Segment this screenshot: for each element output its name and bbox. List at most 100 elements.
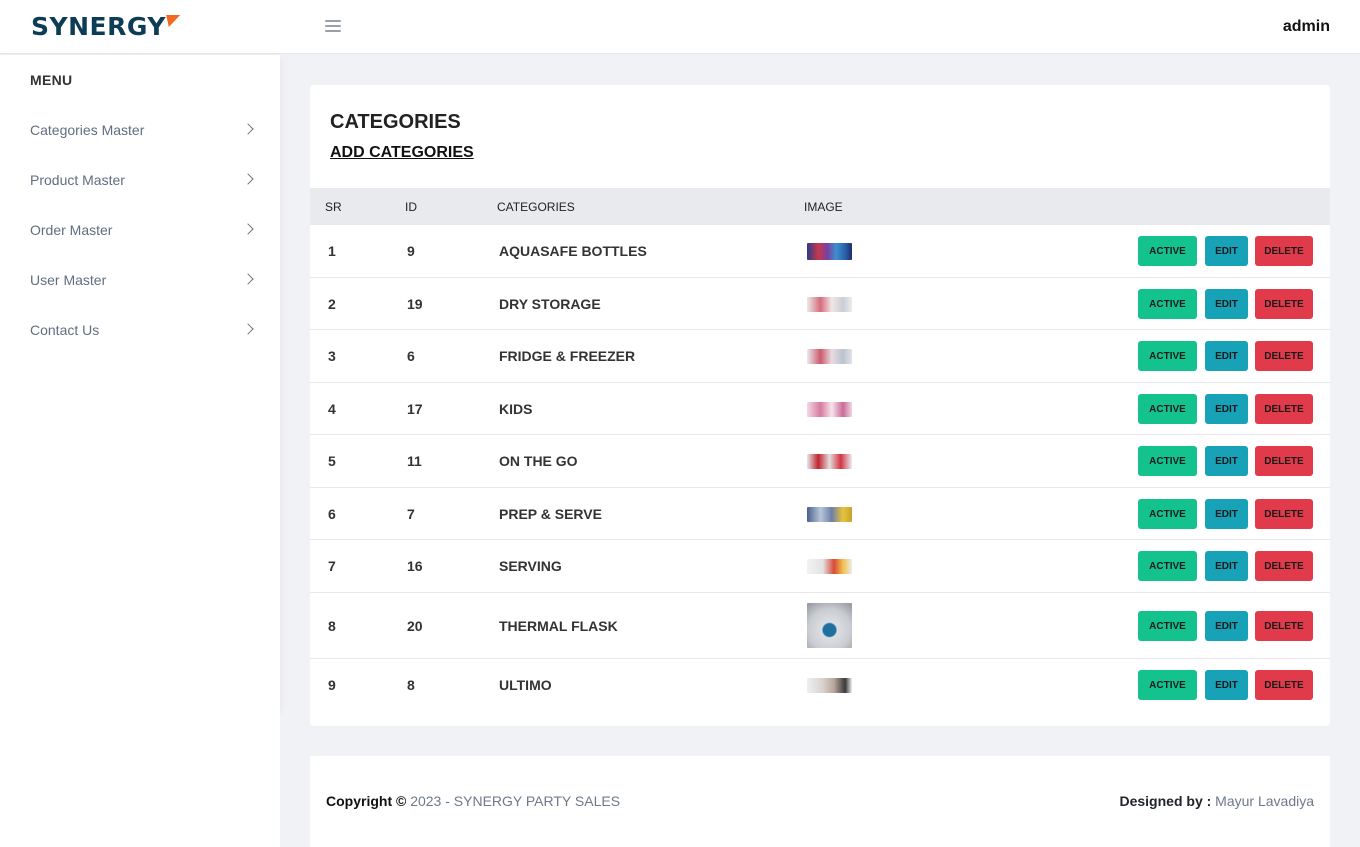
delete-button[interactable]: DELETE (1255, 289, 1313, 319)
category-image (807, 297, 852, 312)
table-body: 1 9 AQUASAFE BOTTLES ACTIVE EDIT DELETE … (310, 225, 1330, 711)
cell-sr: 4 (328, 401, 336, 417)
active-button[interactable]: ACTIVE (1138, 341, 1197, 371)
edit-button[interactable]: EDIT (1205, 341, 1248, 371)
category-image (807, 349, 852, 364)
edit-button[interactable]: EDIT (1205, 551, 1248, 581)
hamburger-icon[interactable] (325, 20, 341, 34)
sidebar-item-label: Product Master (30, 172, 125, 188)
header-sr: SR (325, 200, 342, 214)
active-button[interactable]: ACTIVE (1138, 670, 1197, 700)
active-button[interactable]: ACTIVE (1138, 394, 1197, 424)
active-button[interactable]: ACTIVE (1138, 446, 1197, 476)
sidebar-nav: Categories Master Product Master Order M… (0, 105, 280, 355)
top-bar: SYNERGY admin (0, 0, 1360, 54)
table-row: 2 19 DRY STORAGE ACTIVE EDIT DELETE (310, 278, 1330, 330)
cell-sr: 1 (328, 243, 336, 259)
active-button[interactable]: ACTIVE (1138, 611, 1197, 641)
brand-logo[interactable]: SYNERGY (31, 11, 181, 41)
category-image (807, 243, 852, 260)
cell-id: 19 (407, 296, 423, 312)
cell-sr: 6 (328, 506, 336, 522)
footer: Copyright © 2023 - SYNERGY PARTY SALES D… (310, 756, 1330, 847)
chevron-right-icon (242, 123, 254, 135)
sidebar-item-contact-us[interactable]: Contact Us (0, 305, 280, 355)
table-row: 7 16 SERVING ACTIVE EDIT DELETE (310, 540, 1330, 593)
cell-category: KIDS (499, 401, 533, 417)
sidebar: MENU Categories Master Product Master Or… (0, 55, 280, 711)
designer-name: Mayur Lavadiya (1215, 793, 1314, 809)
edit-button[interactable]: EDIT (1205, 499, 1248, 529)
edit-button[interactable]: EDIT (1205, 611, 1248, 641)
cell-category: DRY STORAGE (499, 296, 601, 312)
delete-button[interactable]: DELETE (1255, 611, 1313, 641)
sidebar-spacer (0, 711, 280, 847)
table-header: SR ID CATEGORIES IMAGE (310, 188, 1330, 225)
active-button[interactable]: ACTIVE (1138, 236, 1197, 266)
edit-button[interactable]: EDIT (1205, 394, 1248, 424)
delete-button[interactable]: DELETE (1255, 499, 1313, 529)
chevron-right-icon (242, 173, 254, 185)
header-categories: CATEGORIES (497, 200, 575, 214)
table-row: 6 7 PREP & SERVE ACTIVE EDIT DELETE (310, 488, 1330, 540)
category-image (807, 559, 852, 574)
copyright-text: 2023 - SYNERGY PARTY SALES (410, 793, 621, 809)
user-name[interactable]: admin (1283, 18, 1330, 36)
cell-sr: 7 (328, 558, 336, 574)
menu-title: MENU (30, 72, 73, 88)
designed-by: Designed by : Mayur Lavadiya (1119, 793, 1314, 809)
category-image (807, 603, 852, 648)
cell-sr: 8 (328, 618, 336, 634)
sidebar-item-label: Categories Master (30, 122, 145, 138)
page-title: CATEGORIES (330, 111, 461, 133)
sidebar-item-categories-master[interactable]: Categories Master (0, 105, 280, 155)
edit-button[interactable]: EDIT (1205, 446, 1248, 476)
category-image (807, 678, 852, 693)
delete-button[interactable]: DELETE (1255, 236, 1313, 266)
delete-button[interactable]: DELETE (1255, 551, 1313, 581)
brand-name: SYNERGY (31, 11, 166, 41)
delete-button[interactable]: DELETE (1255, 446, 1313, 476)
delete-button[interactable]: DELETE (1255, 670, 1313, 700)
edit-button[interactable]: EDIT (1205, 670, 1248, 700)
cell-category: THERMAL FLASK (499, 618, 618, 634)
category-image (807, 507, 852, 522)
sidebar-item-user-master[interactable]: User Master (0, 255, 280, 305)
delete-button[interactable]: DELETE (1255, 394, 1313, 424)
cell-id: 9 (407, 243, 415, 259)
copyright-label: Copyright © (326, 793, 407, 809)
designed-label: Designed by : (1119, 793, 1212, 809)
active-button[interactable]: ACTIVE (1138, 289, 1197, 319)
sidebar-item-order-master[interactable]: Order Master (0, 205, 280, 255)
table-row: 3 6 FRIDGE & FREEZER ACTIVE EDIT DELETE (310, 330, 1330, 383)
copyright: Copyright © 2023 - SYNERGY PARTY SALES (326, 793, 620, 809)
category-image (807, 454, 852, 469)
cell-id: 20 (407, 618, 423, 634)
cell-category: SERVING (499, 558, 562, 574)
logo-mark-icon (161, 15, 181, 27)
categories-card: CATEGORIES ADD CATEGORIES SR ID CATEGORI… (310, 85, 1330, 726)
active-button[interactable]: ACTIVE (1138, 551, 1197, 581)
delete-button[interactable]: DELETE (1255, 341, 1313, 371)
table-row: 5 11 ON THE GO ACTIVE EDIT DELETE (310, 435, 1330, 488)
cell-id: 11 (407, 453, 422, 469)
chevron-right-icon (242, 223, 254, 235)
category-image (807, 402, 852, 417)
active-button[interactable]: ACTIVE (1138, 499, 1197, 529)
cell-sr: 2 (328, 296, 336, 312)
sidebar-item-label: User Master (30, 272, 107, 288)
table-row: 9 8 ULTIMO ACTIVE EDIT DELETE (310, 659, 1330, 711)
cell-category: PREP & SERVE (499, 506, 602, 522)
cell-id: 17 (407, 401, 423, 417)
cell-category: AQUASAFE BOTTLES (499, 243, 647, 259)
edit-button[interactable]: EDIT (1205, 289, 1248, 319)
chevron-right-icon (242, 323, 254, 335)
edit-button[interactable]: EDIT (1205, 236, 1248, 266)
cell-id: 8 (407, 677, 415, 693)
table-row: 4 17 KIDS ACTIVE EDIT DELETE (310, 383, 1330, 435)
cell-category: ON THE GO (499, 453, 578, 469)
add-categories-link[interactable]: ADD CATEGORIES (330, 144, 474, 162)
chevron-right-icon (242, 273, 254, 285)
sidebar-item-product-master[interactable]: Product Master (0, 155, 280, 205)
sidebar-item-label: Order Master (30, 222, 113, 238)
